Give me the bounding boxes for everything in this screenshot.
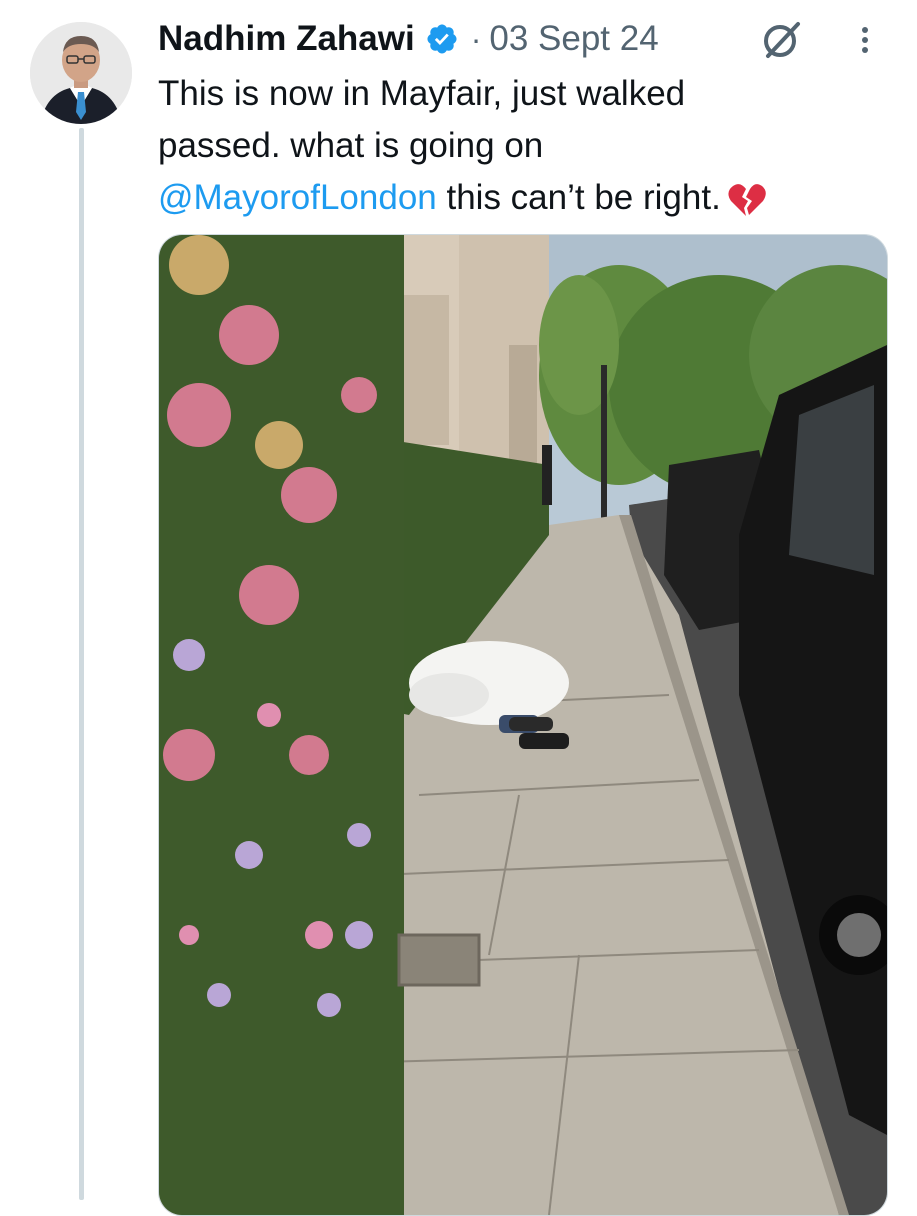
tweet-photo[interactable]	[158, 234, 888, 1216]
verified-badge-icon	[425, 22, 459, 56]
tweet-text-line1: This is now in Mayfair, just walked	[158, 74, 686, 113]
grok-icon[interactable]	[760, 18, 804, 62]
thread-line	[79, 128, 84, 1200]
avatar[interactable]	[30, 22, 132, 124]
tweet-header: Nadhim Zahawi · 03 Sept 24	[158, 14, 659, 64]
mention-link[interactable]: @MayorofLondon	[158, 178, 437, 217]
tweet-text-line3: @MayorofLondon this can’t be right.	[158, 172, 878, 224]
tweet-date[interactable]: 03 Sept 24	[489, 19, 658, 59]
tweet-text-tail: this can’t be right.	[436, 178, 721, 217]
broken-heart-emoji	[727, 180, 767, 220]
separator-dot: ·	[470, 20, 482, 57]
more-options-icon[interactable]	[852, 20, 878, 60]
tweet-text: This is now in Mayfair, just walked pass…	[158, 68, 878, 224]
author-name[interactable]: Nadhim Zahawi	[158, 19, 415, 59]
tweet-text-line2: passed. what is going on	[158, 126, 544, 165]
